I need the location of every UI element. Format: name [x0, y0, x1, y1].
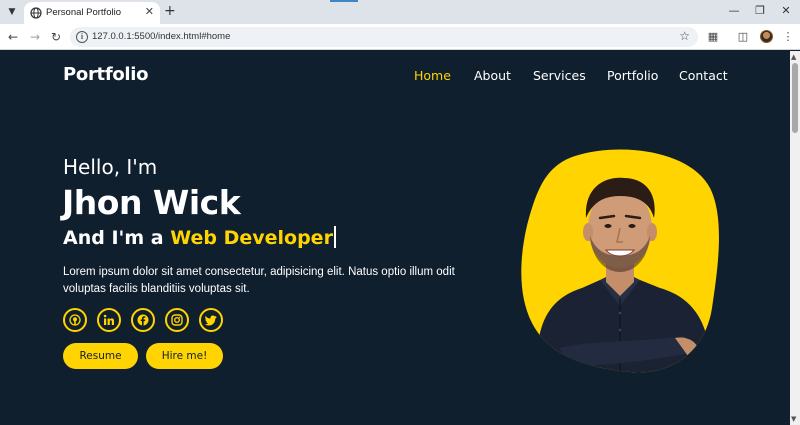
hero-role-line: And I'm a Web Developer: [63, 226, 336, 249]
hero-greeting: Hello, I'm: [63, 155, 158, 179]
github-icon: [69, 314, 81, 326]
window-close-icon[interactable]: ✕: [776, 4, 796, 18]
linkedin-icon: [103, 314, 114, 325]
address-bar[interactable]: i 127.0.0.1:5500/index.html#home ☆: [70, 27, 698, 47]
hero-description: Lorem ipsum dolor sit amet consectetur, …: [63, 266, 455, 295]
resume-button[interactable]: Resume: [63, 343, 138, 369]
tab-title: Personal Portfolio: [46, 7, 121, 18]
page-scrollbar[interactable]: ▲ ▼: [790, 51, 800, 425]
scroll-down-arrow-icon[interactable]: ▼: [791, 415, 796, 423]
extensions-puzzle-icon[interactable]: ▦: [705, 29, 721, 45]
twitter-icon: [205, 315, 217, 326]
browser-tab[interactable]: Personal Portfolio ✕: [24, 2, 160, 24]
nav-home[interactable]: Home: [414, 68, 451, 83]
hero-name: Jhon Wick: [62, 183, 241, 222]
browser-tabstrip: ▼ Personal Portfolio ✕ + — ❐ ✕: [0, 0, 800, 24]
hero-role-prefix: And I'm a: [63, 227, 164, 249]
instagram-link[interactable]: [165, 308, 189, 332]
nav-about[interactable]: About: [474, 68, 511, 83]
url-text[interactable]: 127.0.0.1:5500/index.html#home: [92, 31, 230, 42]
side-panel-icon[interactable]: ◫: [735, 29, 751, 45]
globe-icon: [30, 7, 42, 19]
browser-toolbar: ← → ↻ i 127.0.0.1:5500/index.html#home ☆…: [0, 24, 800, 50]
nav-services[interactable]: Services: [533, 68, 586, 83]
more-menu-icon[interactable]: ⋮: [780, 29, 796, 45]
facebook-link[interactable]: [131, 308, 155, 332]
site-logo[interactable]: Portfolio: [63, 64, 149, 85]
bookmark-star-icon[interactable]: ☆: [679, 29, 690, 43]
forward-arrow-icon[interactable]: →: [28, 30, 42, 44]
twitter-link[interactable]: [199, 308, 223, 332]
reload-icon[interactable]: ↻: [49, 30, 63, 44]
site-info-icon[interactable]: i: [76, 31, 88, 43]
github-link[interactable]: [63, 308, 87, 332]
profile-portrait: [521, 149, 719, 373]
minimize-icon[interactable]: —: [724, 4, 744, 18]
scroll-thumb[interactable]: [792, 63, 798, 133]
scroll-up-arrow-icon[interactable]: ▲: [791, 53, 796, 61]
tab-list-chevron-icon[interactable]: ▼: [4, 4, 20, 20]
typing-cursor: [333, 226, 336, 248]
tab-close-icon[interactable]: ✕: [145, 5, 154, 19]
instagram-icon: [171, 314, 183, 326]
linkedin-link[interactable]: [97, 308, 121, 332]
hero-role: Web Developer: [170, 227, 333, 249]
hire-me-button[interactable]: Hire me!: [146, 343, 223, 369]
nav-contact[interactable]: Contact: [679, 68, 728, 83]
facebook-icon: [137, 314, 149, 326]
back-arrow-icon[interactable]: ←: [6, 30, 20, 44]
restore-icon[interactable]: ❐: [750, 4, 770, 18]
new-tab-plus-icon[interactable]: +: [164, 3, 176, 19]
portfolio-page: Portfolio Home About Services Portfolio …: [0, 51, 790, 425]
nav-portfolio[interactable]: Portfolio: [607, 68, 658, 83]
tabstrip-accent: [330, 0, 358, 2]
profile-avatar[interactable]: [760, 30, 773, 43]
